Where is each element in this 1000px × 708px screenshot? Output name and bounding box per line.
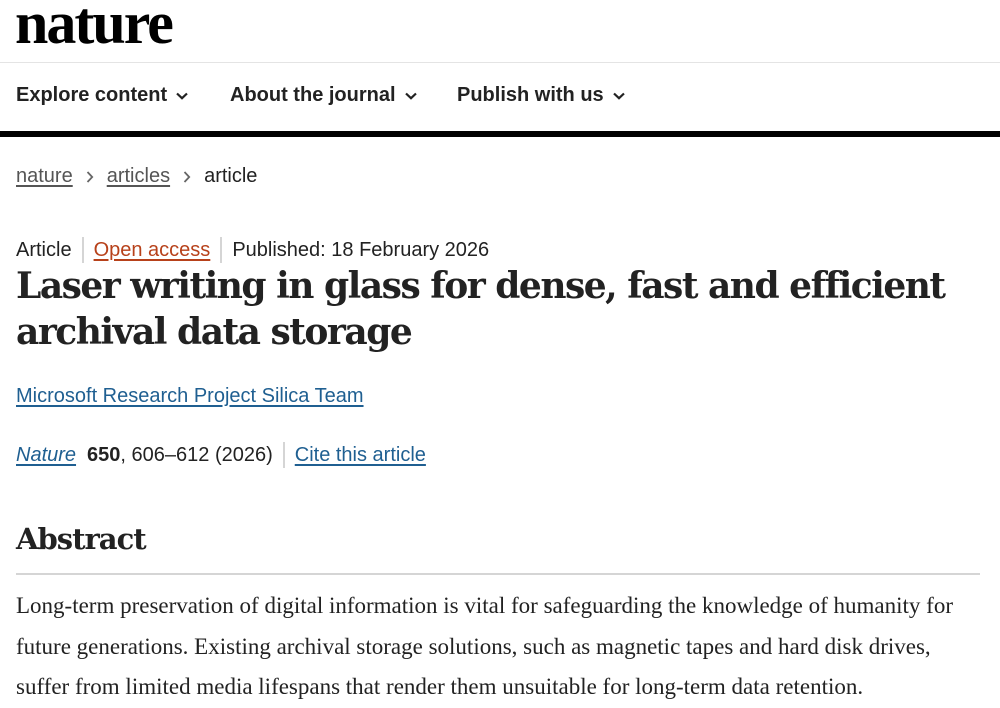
nav-publish-with-us[interactable]: Publish with us bbox=[457, 84, 625, 107]
nature-logo[interactable]: nature bbox=[15, 0, 174, 58]
breadcrumb: nature articles article bbox=[16, 165, 257, 188]
citation-divider bbox=[282, 442, 285, 468]
journal-link[interactable]: Nature bbox=[16, 444, 76, 467]
nav-publish-with-us-label: Publish with us bbox=[457, 84, 604, 106]
nav-about-journal[interactable]: About the journal bbox=[230, 84, 417, 107]
citation-line: Nature 650 , 606–612 (2026) Cite this ar… bbox=[16, 442, 426, 468]
chevron-right-icon bbox=[86, 170, 94, 183]
meta-divider bbox=[220, 237, 223, 263]
nav-about-journal-label: About the journal bbox=[230, 84, 396, 106]
chevron-down-icon bbox=[176, 92, 188, 100]
breadcrumb-articles[interactable]: articles bbox=[107, 165, 170, 188]
article-title: Laser writing in glass for dense, fast a… bbox=[16, 265, 946, 353]
article-meta: Article Open access Published: 18 Februa… bbox=[16, 237, 489, 263]
logo-bar: nature bbox=[0, 0, 1000, 63]
published-date: Published: 18 February 2026 bbox=[232, 238, 490, 261]
nav-explore-content[interactable]: Explore content bbox=[16, 84, 188, 107]
cite-this-article-link[interactable]: Cite this article bbox=[295, 444, 426, 467]
volume-number: 650 bbox=[87, 443, 121, 466]
chevron-right-icon bbox=[183, 170, 191, 183]
breadcrumb-nature[interactable]: nature bbox=[16, 165, 73, 188]
article-type: Article bbox=[16, 238, 72, 261]
abstract-heading: Abstract bbox=[16, 522, 147, 556]
pages-year: , 606–612 (2026) bbox=[120, 443, 273, 466]
meta-divider bbox=[81, 237, 84, 263]
chevron-down-icon bbox=[404, 92, 417, 100]
author-link[interactable]: Microsoft Research Project Silica Team bbox=[16, 385, 364, 408]
abstract-divider bbox=[16, 573, 980, 575]
abstract-text: Long-term preservation of digital inform… bbox=[16, 593, 953, 699]
breadcrumb-current: article bbox=[204, 165, 258, 187]
open-access-link[interactable]: Open access bbox=[94, 239, 211, 262]
chevron-down-icon bbox=[612, 92, 625, 100]
nav-explore-content-label: Explore content bbox=[16, 84, 168, 106]
main-nav: Explore content About the journal Publis… bbox=[0, 63, 1000, 137]
